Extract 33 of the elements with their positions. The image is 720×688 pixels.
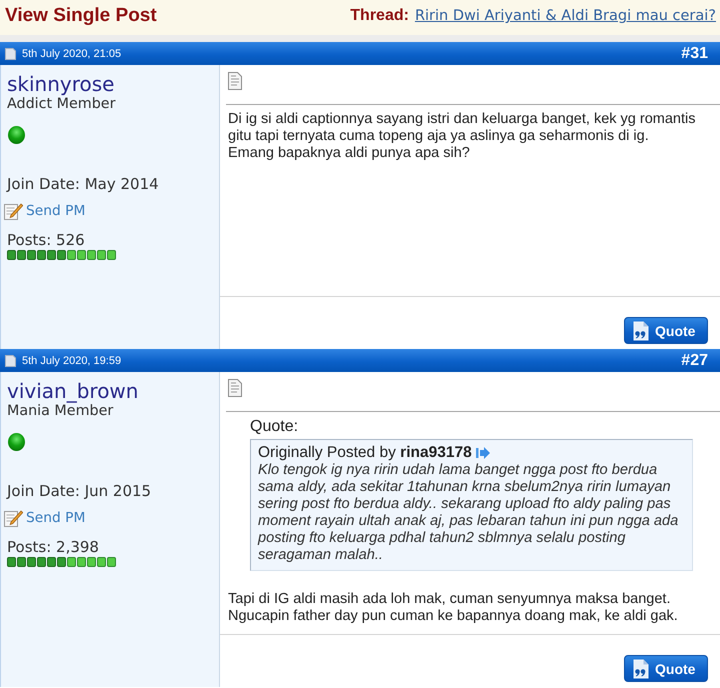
username-link[interactable]: skinnyrose bbox=[7, 72, 114, 96]
document-icon bbox=[227, 378, 243, 398]
post-number-link[interactable]: #27 bbox=[681, 352, 708, 370]
quote-heading: Quote: bbox=[250, 418, 300, 436]
send-pm-link[interactable]: Send PM bbox=[26, 510, 86, 526]
page-title: View Single Post bbox=[5, 5, 157, 27]
quoted-text: Klo tengok ig nya ririn udah lama banget ngga post fto berdua sama aldy, ada sekitar 1tahunan krna sbelum2nya ririn lumayan sering post fto berdua aldy.. sekarang upload fto aldy paling pas moment rayain ultah anak aj, pas lebaran tahun ini pun ngga ada posting fto keluarga pdhal tahun2 sblmnya selalu posting seragaman malah.. bbox=[258, 462, 680, 564]
page-icon bbox=[5, 354, 16, 366]
quote-button[interactable]: Quote bbox=[624, 317, 708, 344]
join-date: Join Date: Jun 2015 bbox=[7, 483, 152, 500]
quote-button[interactable]: Quote bbox=[624, 655, 708, 682]
post-count: Posts: 2,398 bbox=[7, 539, 99, 556]
document-icon bbox=[227, 71, 243, 91]
quote-marks-icon bbox=[633, 658, 649, 678]
post-date: 5th July 2020, 19:59 bbox=[22, 354, 122, 366]
note-pencil-icon bbox=[4, 509, 23, 527]
post-message: Di ig si aldi captionnya sayang istri dan keluarga banget, kek yg romantis gitu tapi ternyata cuma topeng aja ya aslinya ga seharmonis di ig. Emang bapaknya aldi punya apa sih? bbox=[228, 111, 696, 162]
join-date: Join Date: May 2014 bbox=[7, 176, 159, 193]
page-icon bbox=[5, 48, 16, 60]
post-date: 5th July 2020, 21:05 bbox=[22, 48, 122, 60]
user-rank: Mania Member bbox=[7, 403, 114, 420]
username-link[interactable]: vivian_brown bbox=[7, 379, 138, 403]
post-number-link[interactable]: #31 bbox=[681, 44, 708, 62]
arrow-icon[interactable] bbox=[476, 447, 490, 459]
post-message: Tapi di IG aldi masih ada loh mak, cuman senyumnya maksa banget. Ngucapin father day pun cuman ke bapannya doang mak, ke aldi gak. bbox=[228, 591, 679, 625]
user-rank: Addict Member bbox=[7, 96, 116, 113]
send-pm-link[interactable]: Send PM bbox=[26, 203, 86, 219]
post-count: Posts: 526 bbox=[7, 232, 85, 249]
quote-attribution: Originally Posted by rina93178 bbox=[258, 444, 472, 462]
note-pencil-icon bbox=[4, 202, 23, 220]
quote-marks-icon bbox=[633, 320, 649, 340]
thread-label: Thread: bbox=[350, 7, 409, 25]
thread-title-link[interactable]: Ririn Dwi Ariyanti & Aldi Bragi mau cerai? bbox=[414, 8, 716, 24]
